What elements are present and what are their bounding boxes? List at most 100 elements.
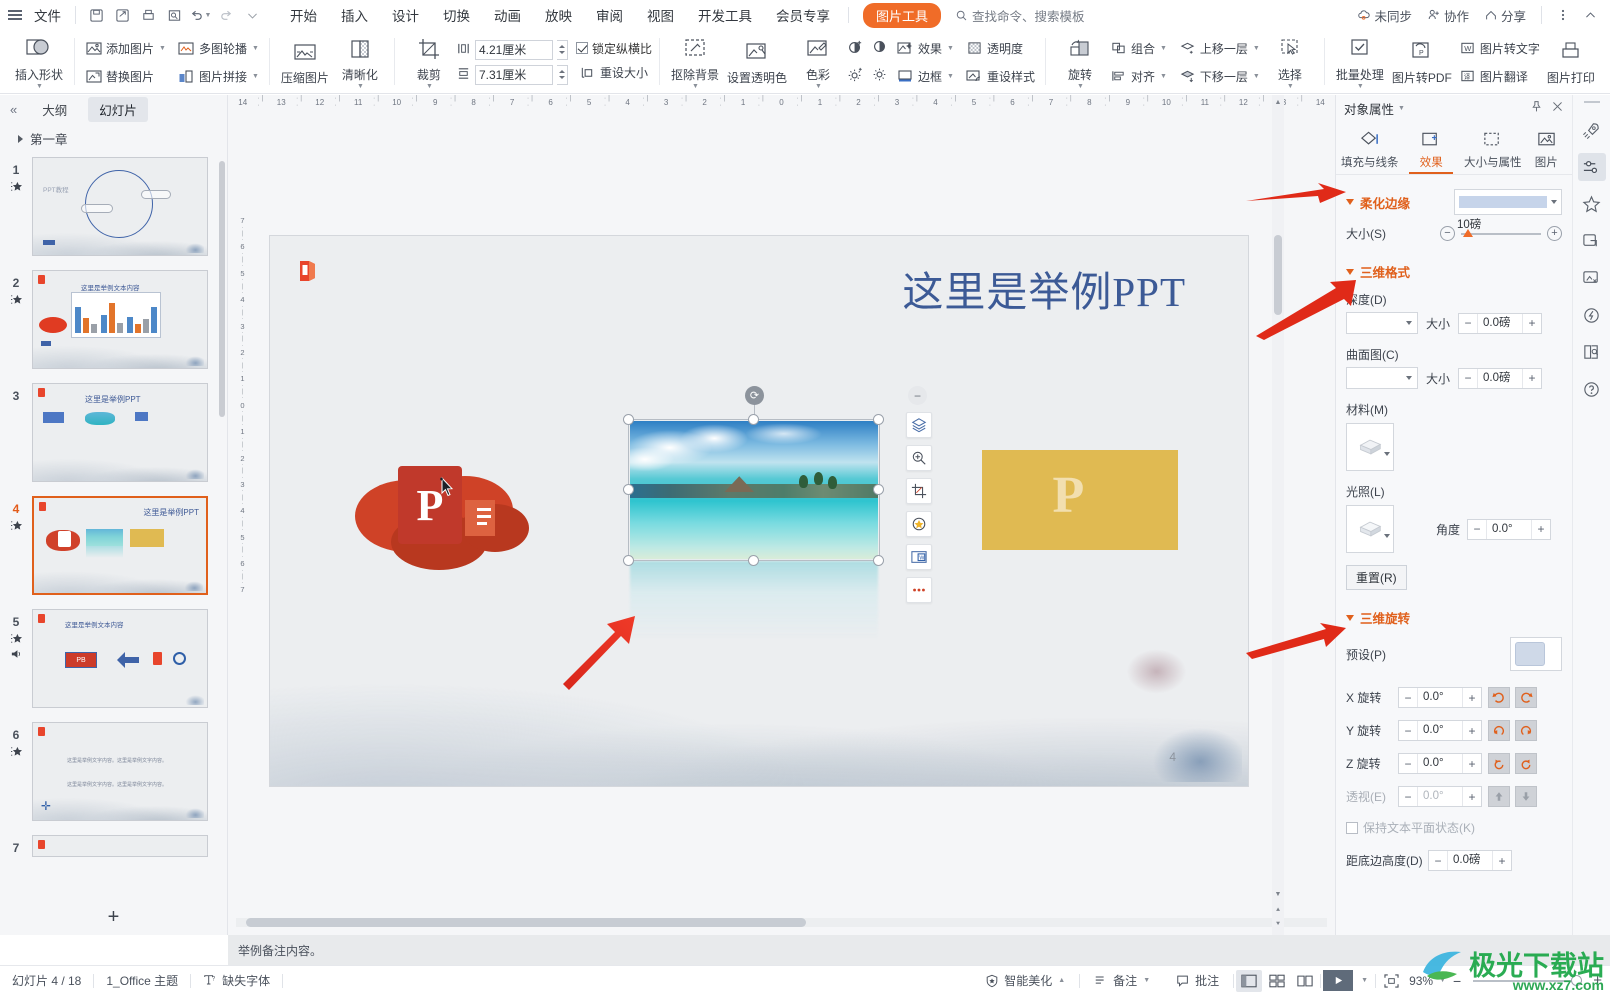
tab-review[interactable]: 审阅: [584, 1, 635, 29]
decrease-soft-edge-icon[interactable]: −: [1440, 226, 1455, 241]
list-item[interactable]: 6 这里是举例文字内容。这里是举例文字内容。 这里是举例文字内容。这里是举例文字…: [0, 722, 227, 821]
document-search-icon[interactable]: [1578, 338, 1606, 366]
picture-translate-button[interactable]: 译 图片翻译: [1456, 64, 1543, 88]
search-input[interactable]: 查找命令、搜索模板: [955, 6, 1085, 25]
list-item[interactable]: 2 这里是举例文本内容: [0, 270, 227, 369]
horizontal-scrollbar[interactable]: [228, 918, 1335, 927]
sync-status-button[interactable]: 未同步: [1351, 3, 1418, 28]
plus-icon[interactable]: +: [1523, 369, 1541, 388]
plus-icon[interactable]: +: [1463, 721, 1481, 740]
close-icon[interactable]: [1551, 100, 1564, 116]
sharpen-button[interactable]: 清晰化 ▼: [333, 33, 387, 91]
rotate-y-down-button[interactable]: [1515, 720, 1537, 741]
rotate-handle[interactable]: ⟳: [745, 386, 764, 405]
slide-thumbnail[interactable]: 这里是举例PPT: [32, 383, 208, 482]
frame-icon[interactable]: [1578, 227, 1606, 255]
y-rotation-stepper[interactable]: − 0.0° +: [1398, 720, 1482, 741]
slide-thumbnail[interactable]: PPT教程: [32, 157, 208, 256]
share-button[interactable]: 分享: [1478, 3, 1532, 28]
crop-button[interactable]: 裁剪 ▼: [402, 33, 456, 91]
play-slideshow-button[interactable]: [1323, 970, 1354, 991]
collaborate-button[interactable]: 协作: [1421, 3, 1475, 28]
zoom-knob[interactable]: [1571, 974, 1583, 986]
tab-member[interactable]: 会员专享: [764, 1, 842, 29]
height-stepper[interactable]: [556, 64, 568, 85]
increase-soft-edge-icon[interactable]: +: [1547, 226, 1562, 241]
picture-text-icon[interactable]: W: [906, 544, 932, 570]
section-soft-edge-header[interactable]: 柔化边缘: [1346, 189, 1562, 215]
align-button[interactable]: 对齐 ▼: [1107, 64, 1170, 88]
tab-view[interactable]: 视图: [635, 1, 686, 29]
scrollbar-thumb[interactable]: [246, 918, 806, 927]
reset-3d-button[interactable]: 重置(R): [1346, 565, 1407, 590]
set-transparent-color-button[interactable]: 设置透明色: [723, 33, 791, 91]
star-effects-icon[interactable]: [1578, 190, 1606, 218]
zoom-in-button[interactable]: +: [1591, 972, 1604, 989]
more-vertical-icon[interactable]: [1551, 4, 1575, 26]
crop-icon[interactable]: [906, 478, 932, 504]
section-3d-rotation-header[interactable]: 三维旋转: [1346, 608, 1562, 627]
tab-slideshow[interactable]: 放映: [533, 1, 584, 29]
slide-editing-surface[interactable]: 这里是举例PPT 4 P P ⟳ − W: [270, 236, 1248, 786]
smart-effect-bulb-icon[interactable]: [906, 511, 932, 537]
minus-icon[interactable]: −: [1468, 520, 1486, 539]
tab-design[interactable]: 设计: [380, 1, 431, 29]
multi-carousel-button[interactable]: 多图轮播 ▼: [175, 36, 262, 60]
select-button[interactable]: 选择 ▼: [1263, 33, 1317, 91]
list-item[interactable]: 1 PPT教程: [0, 157, 227, 256]
zoom-level-label[interactable]: 93% ▼: [1406, 974, 1449, 988]
material-library-icon[interactable]: [1578, 264, 1606, 292]
fit-to-window-button[interactable]: [1378, 970, 1404, 992]
pin-icon[interactable]: [1530, 100, 1543, 116]
layers-icon[interactable]: [906, 412, 932, 438]
y-rotation-value[interactable]: 0.0°: [1417, 721, 1463, 740]
notes-button[interactable]: 备注 ▼: [1082, 972, 1162, 989]
z-rotation-value[interactable]: 0.0°: [1417, 754, 1463, 773]
section-3d-format-header[interactable]: 三维格式: [1346, 262, 1562, 281]
thumbnail-scrollbar[interactable]: [219, 161, 225, 417]
tab-developer[interactable]: 开发工具: [686, 1, 764, 29]
angle-stepper[interactable]: − 0.0° +: [1467, 518, 1552, 540]
group-button[interactable]: 组合 ▼: [1107, 36, 1170, 60]
tab-picture[interactable]: 图片: [1526, 129, 1566, 174]
picture-to-pdf-button[interactable]: P 图片转PDF: [1388, 33, 1456, 91]
resize-handle-ne[interactable]: [873, 414, 884, 425]
page-down-icon[interactable]: ⯆: [1274, 921, 1282, 929]
rotate-x-left-button[interactable]: [1488, 687, 1510, 708]
bring-forward-button[interactable]: 上移一层 ▼: [1176, 36, 1263, 60]
width-input[interactable]: 4.21厘米: [474, 39, 553, 60]
slide-thumbnail[interactable]: 这里是举例文本内容 PB: [32, 609, 208, 708]
chevron-down-icon[interactable]: ▼: [1398, 105, 1405, 112]
properties-sliders-icon[interactable]: [1577, 153, 1606, 181]
brain-idea-icon[interactable]: [1578, 301, 1606, 329]
more-options-icon[interactable]: [906, 577, 932, 603]
depth-color-dropdown[interactable]: [1346, 312, 1418, 334]
resize-handle-n[interactable]: [748, 414, 759, 425]
slide-title-text[interactable]: 这里是举例PPT: [902, 258, 1186, 318]
effect-button[interactable]: 效果 ▼: [894, 36, 957, 60]
redo-icon[interactable]: [214, 4, 238, 26]
tab-insert[interactable]: 插入: [329, 1, 380, 29]
minus-icon[interactable]: −: [1429, 851, 1447, 870]
contour-size-stepper[interactable]: − 0.0磅 +: [1458, 367, 1543, 389]
insert-shape-button[interactable]: 插入形状 ▼: [11, 33, 67, 91]
minus-icon[interactable]: −: [1459, 369, 1477, 388]
depth-size-value[interactable]: 0.0磅: [1477, 313, 1524, 333]
collapse-toolbar-icon[interactable]: −: [908, 386, 927, 405]
slide-thumbnail[interactable]: 这里是举例文本内容: [32, 270, 208, 369]
slide-thumbnail-active[interactable]: 这里是举例PPT: [32, 496, 208, 595]
add-picture-button[interactable]: 添加图片 ▼: [82, 36, 169, 60]
picture-to-text-button[interactable]: W 图片转文字: [1456, 36, 1543, 60]
depth-size-stepper[interactable]: − 0.0磅 +: [1458, 312, 1543, 334]
save-icon[interactable]: [84, 4, 108, 26]
slide-thumbnail[interactable]: 这里是举例文字内容。这里是举例文字内容。 这里是举例文字内容。这里是举例文字内容…: [32, 722, 208, 821]
rotate-z-cw-button[interactable]: [1515, 753, 1537, 774]
tab-transition[interactable]: 切换: [431, 1, 482, 29]
print-preview-icon[interactable]: [162, 4, 186, 26]
resize-handle-e[interactable]: [873, 484, 884, 495]
minus-icon[interactable]: −: [1399, 688, 1417, 707]
decrease-brightness-icon[interactable]: [871, 66, 888, 86]
list-item[interactable]: 4 这里是举例PPT: [0, 496, 227, 595]
undo-icon[interactable]: ▼: [188, 4, 212, 26]
material-dropdown[interactable]: [1346, 423, 1394, 471]
